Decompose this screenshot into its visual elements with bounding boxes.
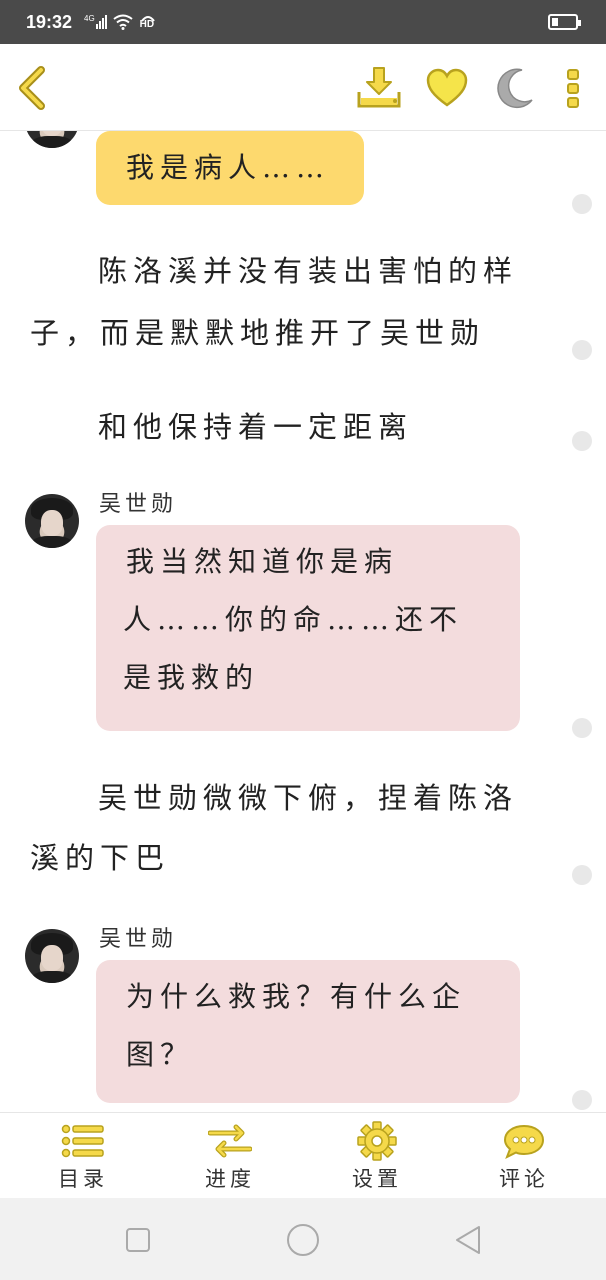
reader-bottom-nav: 目录 进度 设置 评论	[0, 1112, 606, 1199]
nav-label: 设置	[352, 1167, 402, 1191]
night-mode-button[interactable]	[488, 62, 540, 114]
comment-dot[interactable]	[572, 194, 592, 214]
network-type-label: 4G	[84, 14, 95, 23]
triangle-back-icon	[456, 1226, 480, 1254]
download-button[interactable]	[353, 62, 405, 114]
status-bar: 19:32 4G HD	[0, 0, 606, 44]
nav-progress[interactable]: 进度	[170, 1113, 290, 1199]
wifi-icon	[113, 14, 133, 30]
narration-line: 吴世勋微微下俯，捏着陈洛	[98, 781, 519, 815]
avatar	[25, 131, 79, 148]
dialog-bubble: 我是病人……	[96, 131, 364, 205]
narration-line: 子，而是默默地推开了吴世勋	[30, 316, 486, 350]
nav-settings[interactable]: 设置	[317, 1113, 437, 1199]
heart-icon	[426, 68, 468, 107]
download-icon	[357, 67, 401, 108]
home-button[interactable]	[283, 1220, 323, 1260]
hd-label: HD	[139, 19, 155, 30]
favorite-button[interactable]	[421, 62, 473, 114]
nav-label: 目录	[58, 1167, 108, 1191]
dialog-text: 图？	[126, 1038, 195, 1071]
narration-line: 和他保持着一定距离	[98, 410, 414, 444]
square-icon	[126, 1228, 150, 1252]
system-navigation-bar	[0, 1198, 606, 1280]
status-icons: 4G HD	[84, 14, 157, 30]
back-nav-button[interactable]	[448, 1220, 488, 1260]
nav-label: 评论	[499, 1167, 549, 1191]
avatar	[25, 929, 79, 983]
signal-icon: 4G	[84, 15, 107, 29]
dialog-text: 为什么救我？有什么企	[126, 980, 467, 1013]
avatar	[25, 494, 79, 548]
status-time: 19:32	[26, 12, 73, 32]
dialog-text: 是我救的	[123, 661, 260, 694]
circle-icon	[287, 1224, 319, 1256]
nav-comments[interactable]: 评论	[464, 1113, 584, 1199]
nav-label: 进度	[205, 1167, 255, 1191]
reader-toolbar	[0, 44, 606, 131]
comment-icon	[503, 1124, 545, 1160]
chevron-left-icon	[19, 66, 45, 110]
dialog-text: 人……你的命……还不	[123, 603, 464, 636]
dialog-bubble: 我当然知道你是病 人……你的命……还不 是我救的	[96, 525, 520, 731]
comment-dot[interactable]	[572, 865, 592, 885]
speaker-name: 吴世勋	[99, 927, 178, 952]
gear-icon	[357, 1121, 397, 1161]
recent-apps-button[interactable]	[118, 1220, 158, 1260]
dialog-text: 我当然知道你是病	[126, 545, 399, 578]
speaker-name: 吴世勋	[99, 492, 178, 517]
battery-icon	[548, 14, 581, 30]
nav-catalog[interactable]: 目录	[23, 1113, 143, 1199]
moon-icon	[497, 68, 533, 109]
narration-line: 陈洛溪并没有装出害怕的样	[98, 254, 519, 288]
dialog-bubble: 为什么救我？有什么企 图？	[96, 960, 520, 1103]
more-vertical-icon	[567, 69, 579, 108]
comment-dot[interactable]	[572, 340, 592, 360]
hd-voice-icon: HD	[139, 14, 157, 30]
comment-dot[interactable]	[572, 718, 592, 738]
more-options-button[interactable]	[547, 62, 599, 114]
dialog-text: 我是病人……	[126, 151, 331, 184]
comment-dot[interactable]	[572, 1090, 592, 1110]
list-icon	[61, 1124, 104, 1158]
story-content[interactable]: 我是病人…… 陈洛溪并没有装出害怕的样 子，而是默默地推开了吴世勋 和他保持着一…	[0, 131, 606, 1112]
narration-line: 溪的下巴	[30, 841, 171, 875]
swap-arrows-icon	[208, 1124, 252, 1158]
comment-dot[interactable]	[572, 431, 592, 451]
battery-fill	[552, 18, 558, 26]
back-button[interactable]	[6, 62, 58, 114]
